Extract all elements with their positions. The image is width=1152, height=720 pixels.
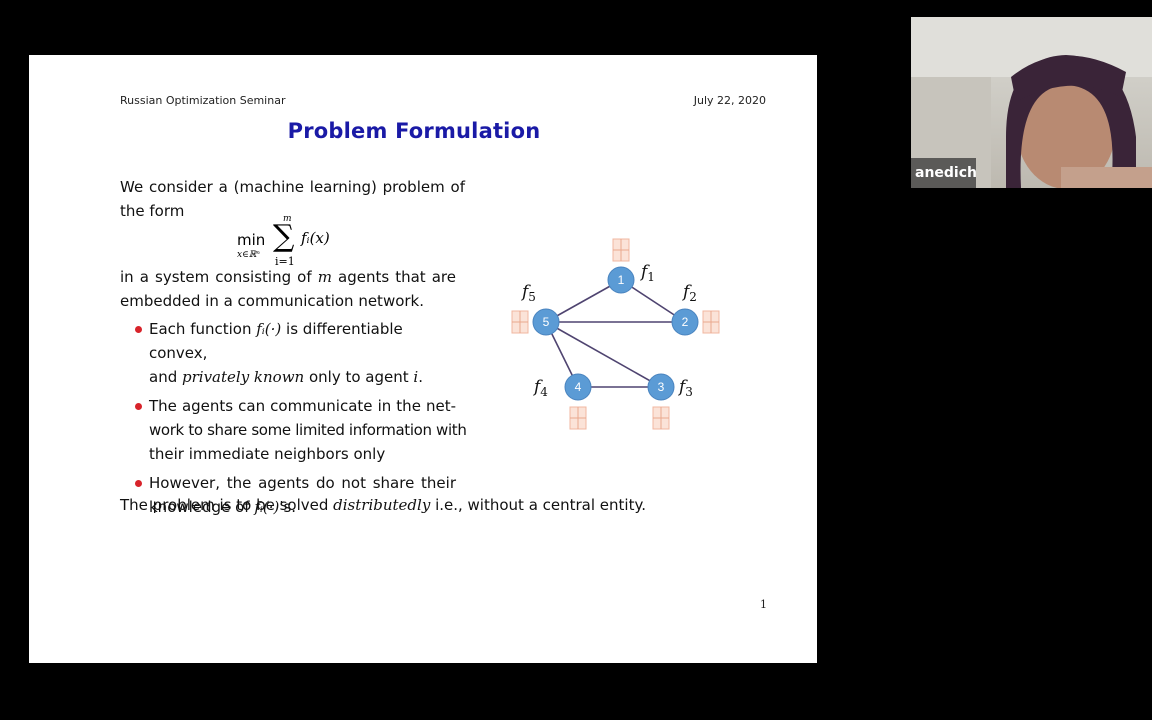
text: . bbox=[418, 368, 424, 386]
math-fi: fᵢ(·) bbox=[256, 320, 282, 338]
function-label-5: f5 bbox=[520, 282, 536, 304]
matrix-icon-3 bbox=[652, 406, 670, 430]
bullet-list: Each function fᵢ(·) is differentiable co… bbox=[127, 317, 467, 524]
bullet-dot-icon bbox=[135, 480, 142, 487]
matrix-icon-2 bbox=[702, 310, 720, 334]
sum-symbol: ∑ bbox=[273, 219, 295, 254]
emphasis-privately-known: privately known bbox=[182, 368, 305, 386]
bullet-dot-icon bbox=[135, 403, 142, 410]
graph-node-number-3: 3 bbox=[658, 380, 665, 394]
system-line-1: in a system consisting of m agents that … bbox=[120, 265, 456, 289]
math-m: m bbox=[317, 268, 332, 286]
text: only to agent bbox=[304, 368, 414, 386]
bullet-line: their immediate neighbors only bbox=[149, 445, 386, 463]
formula-min: min bbox=[237, 231, 266, 249]
bullet-line: Each function fᵢ(·) is differentiable co… bbox=[149, 317, 456, 365]
participant-video[interactable]: anedich bbox=[911, 17, 1152, 188]
bullet-dot-icon bbox=[135, 326, 142, 333]
graph-node-number-5: 5 bbox=[543, 315, 550, 329]
function-label-2: f2 bbox=[681, 282, 697, 304]
text: agents that are bbox=[331, 268, 457, 286]
formula-term: fᵢ(x) bbox=[301, 229, 330, 247]
graph-node-number-4: 4 bbox=[575, 380, 582, 394]
graph-edge-5-3 bbox=[545, 321, 662, 388]
header-seminar-name: Russian Optimization Seminar bbox=[120, 94, 286, 107]
participant-name-label: anedich bbox=[911, 158, 977, 188]
bullet-item: Each function fᵢ(·) is differentiable co… bbox=[127, 317, 456, 389]
text: and bbox=[149, 368, 182, 386]
header-date: July 22, 2020 bbox=[693, 94, 766, 107]
text: in a system consisting of bbox=[120, 268, 318, 286]
function-label-1: f1 bbox=[639, 262, 655, 284]
function-label-4: f4 bbox=[532, 377, 548, 399]
bullet-line: The agents can communicate in the net- bbox=[149, 397, 456, 415]
graph-node-number-2: 2 bbox=[682, 315, 689, 329]
bullet-line: and privately known only to agent i. bbox=[149, 365, 456, 389]
emphasis-distributedly: distributedly bbox=[333, 496, 431, 514]
bullet-line: However, the agents do not share their bbox=[149, 474, 456, 492]
system-paragraph: in a system consisting of m agents that … bbox=[120, 265, 456, 313]
presentation-slide: Russian Optimization Seminar July 22, 20… bbox=[29, 55, 817, 663]
closing-sentence: The problem is to be solved distributedl… bbox=[120, 496, 646, 514]
system-line-2: embedded in a communication network. bbox=[120, 292, 425, 310]
matrix-icon-5 bbox=[511, 310, 529, 334]
bullet-item: The agents can communicate in the net- w… bbox=[127, 394, 467, 466]
matrix-icon-4 bbox=[569, 406, 587, 430]
text: Each function bbox=[149, 320, 257, 338]
matrix-icon-1 bbox=[612, 238, 630, 262]
function-label-3: f3 bbox=[677, 377, 693, 399]
text: i.e., without a central entity. bbox=[430, 496, 646, 514]
formula-min-subscript: x∈ℝⁿ bbox=[237, 250, 260, 260]
network-graph: 1 f1 2 f2 3 f3 4 f4 5 f5 bbox=[511, 238, 720, 430]
page-number: 1 bbox=[760, 598, 767, 611]
slide-title: Problem Formulation bbox=[287, 119, 541, 143]
intro-line-1: We consider a (machine learning) problem… bbox=[120, 178, 465, 196]
intro-paragraph: We consider a (machine learning) problem… bbox=[120, 175, 465, 223]
text: The problem is to be solved bbox=[120, 496, 334, 514]
bullet-line: work to share some limited information w… bbox=[149, 421, 467, 439]
graph-node-number-1: 1 bbox=[618, 273, 625, 287]
